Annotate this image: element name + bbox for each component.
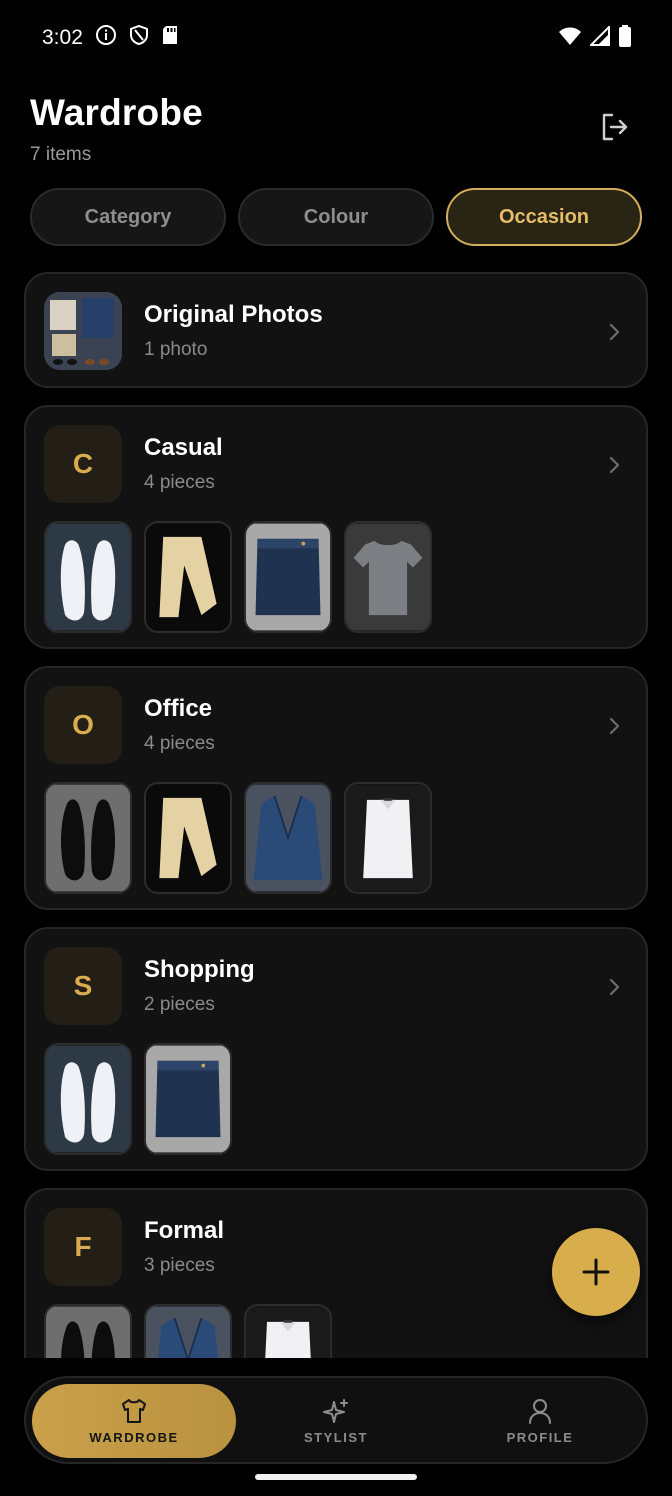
status-time: 3:02 <box>42 26 83 49</box>
chip-category[interactable]: Category <box>30 188 226 246</box>
group-title: Office <box>144 695 213 722</box>
item-count: 7 items <box>30 144 92 165</box>
sd-card-icon <box>161 25 179 51</box>
nav-profile[interactable]: PROFILE <box>438 1384 642 1458</box>
tshirt-icon <box>122 1398 146 1423</box>
plus-icon <box>582 1258 610 1286</box>
item-thumb-white-shirt[interactable] <box>344 782 432 894</box>
group-title: Shopping <box>144 956 255 983</box>
cell-signal-icon <box>588 24 610 51</box>
nav-label: PROFILE <box>506 1429 574 1445</box>
logout-button[interactable] <box>598 110 632 144</box>
chip-occasion[interactable]: Occasion <box>446 188 642 246</box>
item-thumb-black-loafers[interactable] <box>44 1304 132 1358</box>
item-thumb-navy-blazer[interactable] <box>144 1304 232 1358</box>
group-count: 3 pieces <box>144 1255 215 1276</box>
chevron-right-icon <box>609 456 620 474</box>
item-thumb-navy-blazer[interactable] <box>244 782 332 894</box>
user-icon <box>529 1398 551 1424</box>
group-card-casual[interactable]: C Casual 4 pieces <box>24 405 648 649</box>
item-thumb-grey-tshirt[interactable] <box>344 521 432 633</box>
item-thumb-white-sneakers[interactable] <box>44 521 132 633</box>
item-thumb-black-loafers[interactable] <box>44 782 132 894</box>
group-list: Original Photos 1 photo C Casual 4 piece… <box>24 272 648 1358</box>
add-item-button[interactable] <box>552 1228 640 1316</box>
group-card-shopping[interactable]: S Shopping 2 pieces <box>24 927 648 1171</box>
chip-colour[interactable]: Colour <box>238 188 434 246</box>
item-thumb-white-shirt[interactable] <box>244 1304 332 1358</box>
item-thumb-dark-jeans[interactable] <box>244 521 332 633</box>
nav-stylist[interactable]: STYLIST <box>234 1384 438 1458</box>
chevron-right-icon <box>609 323 620 341</box>
group-card-office[interactable]: O Office 4 pieces <box>24 666 648 910</box>
info-icon <box>95 24 117 52</box>
group-initial: O <box>44 686 122 764</box>
sparkles-icon <box>323 1398 348 1423</box>
original-photo-thumbnail <box>44 292 122 370</box>
status-bar: 3:02 <box>0 0 672 76</box>
group-title: Formal <box>144 1217 225 1244</box>
group-title: Casual <box>144 434 223 461</box>
nav-wardrobe[interactable]: WARDROBE <box>32 1384 236 1458</box>
group-count: 1 photo <box>144 339 208 360</box>
group-card-original-photos[interactable]: Original Photos 1 photo <box>24 272 648 388</box>
group-count: 4 pieces <box>144 472 215 493</box>
item-thumb-beige-chinos[interactable] <box>144 521 232 633</box>
filter-chips: Category Colour Occasion <box>30 188 642 246</box>
group-initial: F <box>44 1208 122 1286</box>
shield-icon <box>129 24 149 52</box>
battery-icon <box>618 24 632 52</box>
item-thumb-beige-chinos[interactable] <box>144 782 232 894</box>
chevron-right-icon <box>609 978 620 996</box>
group-count: 2 pieces <box>144 994 215 1015</box>
page-title: Wardrobe <box>30 92 203 133</box>
wifi-icon <box>558 26 582 51</box>
nav-label: WARDROBE <box>89 1429 179 1445</box>
bottom-nav: WARDROBE STYLIST PROFILE <box>24 1376 648 1464</box>
group-title: Original Photos <box>144 301 323 328</box>
group-initial: C <box>44 425 122 503</box>
item-thumb-dark-jeans[interactable] <box>144 1043 232 1155</box>
item-thumb-white-sneakers[interactable] <box>44 1043 132 1155</box>
chevron-right-icon <box>609 717 620 735</box>
group-initial: S <box>44 947 122 1025</box>
logout-icon <box>602 113 628 141</box>
nav-label: STYLIST <box>304 1429 368 1445</box>
header: Wardrobe 7 items <box>30 92 642 172</box>
group-count: 4 pieces <box>144 733 215 754</box>
home-indicator <box>255 1474 417 1480</box>
